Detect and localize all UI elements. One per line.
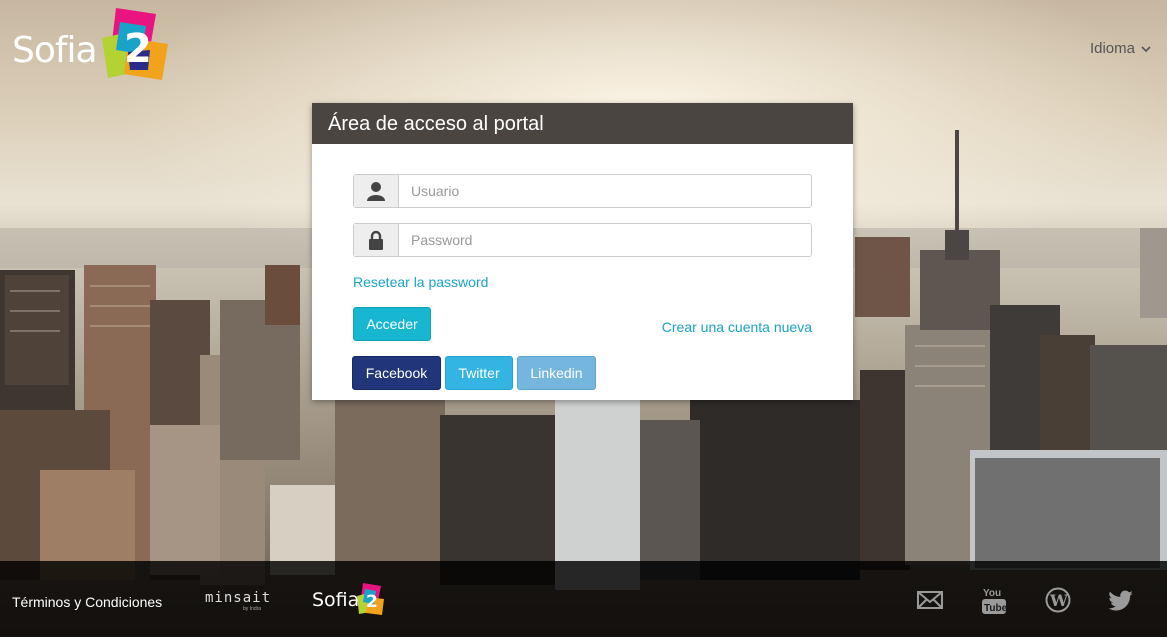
wordpress-icon[interactable]: W xyxy=(1045,587,1071,613)
footer: Términos y Condiciones minsait by Indra … xyxy=(0,561,1167,637)
footer-logo-mark-icon: 2 xyxy=(357,583,384,615)
mail-icon[interactable] xyxy=(917,587,943,613)
twitter-icon[interactable] xyxy=(1109,587,1135,613)
twitter-login-button[interactable]: Twitter xyxy=(445,356,513,390)
user-addon xyxy=(354,175,399,207)
reset-password-link[interactable]: Resetear la password xyxy=(353,274,488,290)
youtube-icon[interactable]: You Tube xyxy=(981,585,1007,615)
lock-icon xyxy=(369,230,383,250)
sofia2-logo-mark-icon: 2 xyxy=(102,8,168,80)
create-account-link[interactable]: Crear una cuenta nueva xyxy=(662,319,812,335)
user-icon xyxy=(367,182,385,201)
password-field[interactable] xyxy=(353,223,812,257)
password-input[interactable] xyxy=(399,224,811,256)
language-label: Idioma xyxy=(1089,40,1135,57)
facebook-login-button[interactable]: Facebook xyxy=(352,356,441,390)
footer-logo-text: Sofia xyxy=(312,589,360,611)
acceder-button[interactable]: Acceder xyxy=(353,307,431,341)
language-selector[interactable]: Idioma xyxy=(1090,40,1151,57)
chevron-down-icon xyxy=(1141,45,1151,52)
username-field[interactable] xyxy=(353,174,812,208)
sofia2-logo[interactable]: Sofia 2 xyxy=(12,8,172,84)
logo-number: 2 xyxy=(124,26,152,72)
linkedin-login-button[interactable]: Linkedin xyxy=(517,356,596,390)
terms-link[interactable]: Términos y Condiciones xyxy=(12,594,162,610)
svg-text:W: W xyxy=(1049,591,1069,610)
login-panel: Área de acceso al portal Resetear la pas… xyxy=(312,103,853,400)
footer-logo-number: 2 xyxy=(366,592,378,612)
logo-text: Sofia xyxy=(12,30,98,71)
login-panel-title: Área de acceso al portal xyxy=(312,103,853,144)
minsait-logo: minsait xyxy=(205,590,272,606)
minsait-logo-sub: by Indra xyxy=(243,606,262,612)
svg-text:You: You xyxy=(983,588,1001,599)
footer-sofia2-logo: Sofia 2 xyxy=(312,583,388,619)
svg-text:Tube: Tube xyxy=(984,603,1007,614)
username-input[interactable] xyxy=(399,175,811,207)
lock-addon xyxy=(354,224,399,256)
